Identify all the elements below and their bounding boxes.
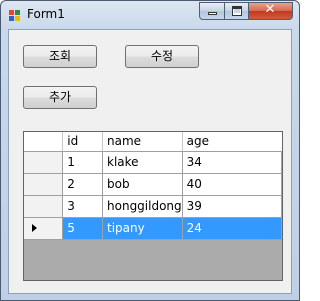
- row-header-current[interactable]: [24, 217, 64, 240]
- cell-name[interactable]: klake: [102, 151, 183, 174]
- row-header[interactable]: [24, 173, 64, 196]
- column-header-id[interactable]: id: [62, 132, 104, 152]
- column-header-name[interactable]: name: [102, 132, 183, 152]
- cell-name[interactable]: honggildong: [102, 195, 183, 218]
- cell-name[interactable]: tipany: [102, 217, 183, 240]
- lookup-button[interactable]: 조회: [23, 45, 97, 68]
- current-row-arrow-icon: [32, 224, 37, 232]
- app-icon: [9, 10, 20, 21]
- table-row[interactable]: 3 honggildong 39: [24, 195, 283, 218]
- caption-buttons: ✕: [199, 2, 293, 21]
- window-title: Form1: [27, 7, 65, 21]
- form1-window: Form1 ✕ 조회 수정 추가 id name age 1 klake 34 …: [0, 0, 300, 301]
- minimize-icon: [208, 12, 217, 15]
- table-row-selected[interactable]: 5 tipany 24: [24, 217, 283, 240]
- cell-id[interactable]: 2: [62, 173, 104, 196]
- close-icon: ✕: [264, 2, 276, 17]
- column-header-age[interactable]: age: [182, 132, 282, 152]
- edit-button[interactable]: 수정: [125, 45, 199, 68]
- cell-name[interactable]: bob: [102, 173, 183, 196]
- table-row[interactable]: 2 bob 40: [24, 173, 283, 196]
- title-bar[interactable]: Form1 ✕: [1, 1, 299, 29]
- cell-age[interactable]: 40: [182, 173, 283, 196]
- row-header[interactable]: [24, 195, 64, 218]
- row-header-corner[interactable]: [24, 132, 64, 152]
- cell-id[interactable]: 3: [62, 195, 104, 218]
- form-client-area: 조회 수정 추가 id name age 1 klake 34 2 bob 40…: [8, 29, 292, 294]
- data-grid[interactable]: id name age 1 klake 34 2 bob 40 3 honggi…: [23, 131, 283, 281]
- minimize-button[interactable]: [199, 2, 224, 20]
- cell-age[interactable]: 24: [182, 217, 283, 240]
- cell-age[interactable]: 34: [182, 151, 283, 174]
- data-grid-table: id name age 1 klake 34 2 bob 40 3 honggi…: [24, 132, 283, 240]
- cell-id[interactable]: 5: [62, 217, 104, 240]
- close-button[interactable]: ✕: [249, 2, 293, 20]
- add-button[interactable]: 추가: [23, 86, 97, 109]
- maximize-icon: [232, 6, 242, 16]
- column-header-row: id name age: [24, 132, 282, 152]
- cell-id[interactable]: 1: [62, 151, 104, 174]
- row-header[interactable]: [24, 151, 64, 174]
- table-row[interactable]: 1 klake 34: [24, 151, 283, 174]
- maximize-button[interactable]: [224, 2, 249, 20]
- cell-age[interactable]: 39: [182, 195, 283, 218]
